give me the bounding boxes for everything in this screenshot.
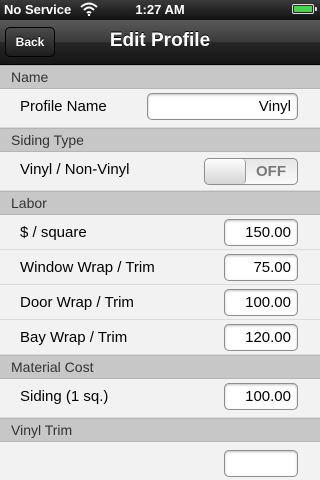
row-siding-type: Vinyl / Non-Vinyl OFF: [0, 152, 320, 191]
siding-type-label: Vinyl / Non-Vinyl: [20, 161, 130, 178]
navigation-bar: Back Edit Profile: [0, 20, 320, 65]
door-wrap-input[interactable]: 100.00: [224, 289, 298, 316]
window-wrap-label: Window Wrap / Trim: [20, 259, 155, 276]
siding-cost-input[interactable]: 100.00: [224, 383, 298, 410]
section-header-material-cost: Material Cost: [0, 355, 320, 379]
labor-per-square-input[interactable]: 150.00: [224, 219, 298, 246]
toggle-knob: [205, 159, 246, 184]
profile-form[interactable]: Name Profile Name Vinyl Siding Type Viny…: [0, 65, 320, 480]
vinyl-trim-input[interactable]: [224, 450, 298, 477]
row-window-wrap: Window Wrap / Trim 75.00: [0, 250, 320, 285]
page-title: Edit Profile: [109, 30, 211, 51]
profile-name-input[interactable]: Vinyl: [147, 93, 298, 120]
labor-per-square-label: $ / square: [20, 224, 87, 241]
row-siding-cost: Siding (1 sq.) 100.00: [0, 379, 320, 418]
row-bay-wrap: Bay Wrap / Trim 120.00: [0, 320, 320, 355]
row-door-wrap: Door Wrap / Trim 100.00: [0, 285, 320, 320]
row-vinyl-trim-partial: [0, 442, 320, 480]
section-header-vinyl-trim: Vinyl Trim: [0, 418, 320, 442]
section-header-siding-type: Siding Type: [0, 128, 320, 152]
window-wrap-input[interactable]: 75.00: [224, 254, 298, 281]
bay-wrap-label: Bay Wrap / Trim: [20, 329, 128, 346]
status-time: 1:27 AM: [135, 2, 185, 17]
status-bar: No Service 1:27 AM: [0, 0, 320, 20]
row-profile-name: Profile Name Vinyl: [0, 89, 320, 128]
bay-wrap-input[interactable]: 120.00: [224, 324, 298, 351]
section-header-labor: Labor: [0, 191, 320, 215]
profile-name-label: Profile Name: [20, 98, 107, 115]
row-labor-per-square: $ / square 150.00: [0, 215, 320, 250]
battery-icon: [292, 4, 317, 14]
door-wrap-label: Door Wrap / Trim: [20, 294, 134, 311]
toggle-state-label: OFF: [256, 163, 286, 180]
section-header-name: Name: [0, 65, 320, 89]
siding-cost-label: Siding (1 sq.): [20, 388, 109, 405]
vinyl-toggle-switch[interactable]: OFF: [204, 158, 298, 185]
